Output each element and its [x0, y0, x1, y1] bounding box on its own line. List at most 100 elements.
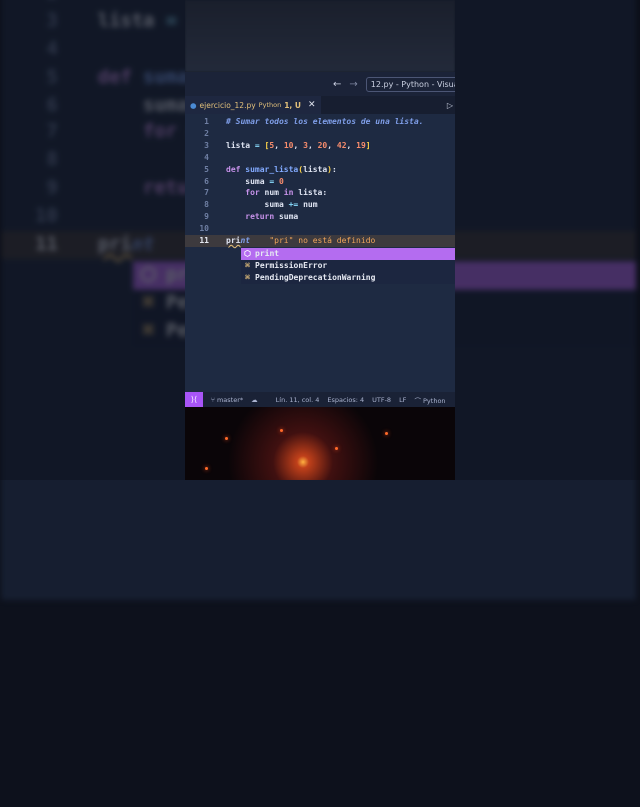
code-line[interactable]: 4 [185, 152, 455, 164]
code-token: = [250, 140, 265, 150]
code-line[interactable]: 2 [185, 128, 455, 140]
line-code: suma = 0 [226, 176, 284, 188]
line-number: 2 [204, 128, 209, 138]
code-line[interactable]: 6 suma = 0 [185, 176, 455, 188]
code-token: sumar_lista [245, 164, 299, 174]
code-line[interactable]: 11 print "pri" no está definido [185, 235, 455, 247]
suggestion-label: print [255, 249, 280, 258]
spark [280, 429, 283, 432]
code-token: num [303, 200, 318, 210]
class-icon: ⌘ [245, 273, 250, 282]
line-code: return suma [226, 211, 298, 223]
language-label: Python [423, 396, 446, 405]
tab-language: Python [258, 101, 282, 109]
tab-bar: ● ejercicio_12.py Python 1, U ✕ ▷ [185, 96, 455, 114]
class-icon: ⌘ [245, 261, 250, 270]
suggestion-label: PendingDeprecationWarning [255, 273, 376, 282]
code-token: = [264, 176, 279, 186]
code-token: suma [278, 212, 299, 222]
code-token: for [226, 188, 265, 198]
line-number: 10 [199, 224, 209, 234]
indentation[interactable]: Espacios: 4 [327, 396, 364, 404]
line-code: def sumar_lista(lista): [226, 164, 337, 176]
line-code: for num in lista: [226, 187, 327, 199]
code-token: , [274, 140, 284, 150]
code-token: 20 [317, 140, 328, 150]
code-token: # Sumar todos los elementos de una lista… [226, 117, 424, 126]
suggestion-label: PermissionError [255, 261, 328, 270]
tab-problem-badge: 1, U [284, 100, 301, 110]
eol[interactable]: LF [399, 396, 406, 404]
code-token: : [332, 164, 337, 174]
code-token: suma [226, 176, 265, 186]
line-number: 4 [204, 152, 209, 162]
spark [225, 437, 228, 440]
blurred-header [185, 0, 455, 72]
branch-indicator[interactable]: ⑂ master* [211, 396, 243, 404]
code-token: lista [303, 164, 328, 174]
code-token: nt [240, 236, 251, 245]
branch-name: master* [216, 395, 244, 404]
function-icon: ⬡ [244, 249, 251, 258]
code-token: def [226, 164, 246, 174]
code-line[interactable]: 9 return suma [185, 211, 455, 223]
code-line[interactable]: 3 lista = [5, 10, 3, 20, 42, 19] [185, 140, 455, 152]
line-number: 9 [204, 212, 209, 222]
code-token: += [283, 200, 304, 210]
code-line[interactable]: 5 def sumar_lista(lista): [185, 164, 455, 176]
fire-particles-area [185, 407, 455, 480]
line-number: 1 [204, 117, 209, 126]
code-token: : [322, 188, 328, 198]
spark [335, 447, 338, 450]
code-line[interactable]: 1 # Sumar todos los elementos de una list… [185, 116, 455, 128]
command-center-title[interactable]: 12.py - Python - Visual Studio Code [365, 76, 455, 92]
code-token: pri [226, 236, 241, 245]
inline-error-message: "pri" no está definido [250, 236, 376, 245]
language-mode[interactable]: ⌒ Python [414, 395, 445, 405]
line-number: 6 [204, 176, 209, 186]
close-icon[interactable]: ✕ [308, 100, 316, 110]
line-number: 8 [204, 200, 209, 210]
encoding[interactable]: UTF-8 [372, 396, 391, 404]
line-code: print "pri" no está definido [226, 235, 375, 247]
line-number: 5 [204, 164, 209, 174]
code-token: lista [226, 140, 251, 150]
code-token: , [327, 140, 337, 150]
arrow-right-icon[interactable]: → [349, 79, 357, 90]
code-token: , [346, 140, 357, 150]
code-token: 19 [356, 140, 366, 150]
suggestion-item[interactable]: ⌘ PendingDeprecationWarning [241, 272, 455, 284]
code-line[interactable]: 8 suma += num [185, 199, 455, 211]
suggestion-item[interactable]: ⬡ print [241, 248, 455, 260]
code-token: suma [226, 200, 284, 210]
code-token: ] [365, 140, 371, 150]
line-number: 7 [204, 188, 209, 198]
code-token: lista [298, 188, 323, 198]
arrow-left-icon[interactable]: ← [333, 79, 341, 90]
line-number: 3 [204, 140, 209, 150]
video-panel: ← → 12.py - Python - Visual Studio Code … [185, 0, 455, 480]
remote-button[interactable]: ⟩⟨ [185, 392, 203, 407]
spark [385, 432, 388, 435]
code-line[interactable]: 10 [185, 223, 455, 235]
line-code: lista = [5, 10, 3, 20, 42, 19] [226, 140, 371, 152]
cursor-position[interactable]: Lín. 11, col. 4 [276, 396, 320, 404]
code-token: return [226, 212, 279, 222]
run-icon[interactable]: ▷ [447, 101, 453, 110]
code-token: , [307, 140, 318, 150]
code-line[interactable]: 7 for num in lista: [185, 187, 455, 199]
title-bar: ← → 12.py - Python - Visual Studio Code [185, 72, 455, 96]
code-token: in [283, 188, 299, 198]
tab-ejercicio-12[interactable]: ● ejercicio_12.py Python 1, U ✕ [185, 96, 321, 114]
sync-icon[interactable]: ☁ [251, 396, 258, 404]
code-token: 0 [278, 176, 284, 186]
status-bar: ⟩⟨ ⑂ master* ☁ Lín. 11, col. 4 Espacios:… [185, 392, 455, 407]
code-token: num [264, 188, 284, 198]
line-code: suma += num [226, 199, 318, 211]
spark [205, 467, 208, 470]
code-token: 42 [336, 140, 347, 150]
line-code: # Sumar todos los elementos de una lista… [226, 116, 423, 128]
suggestion-item[interactable]: ⌘ PermissionError [241, 260, 455, 272]
line-number: 11 [199, 236, 209, 245]
code-token: , [293, 140, 304, 150]
